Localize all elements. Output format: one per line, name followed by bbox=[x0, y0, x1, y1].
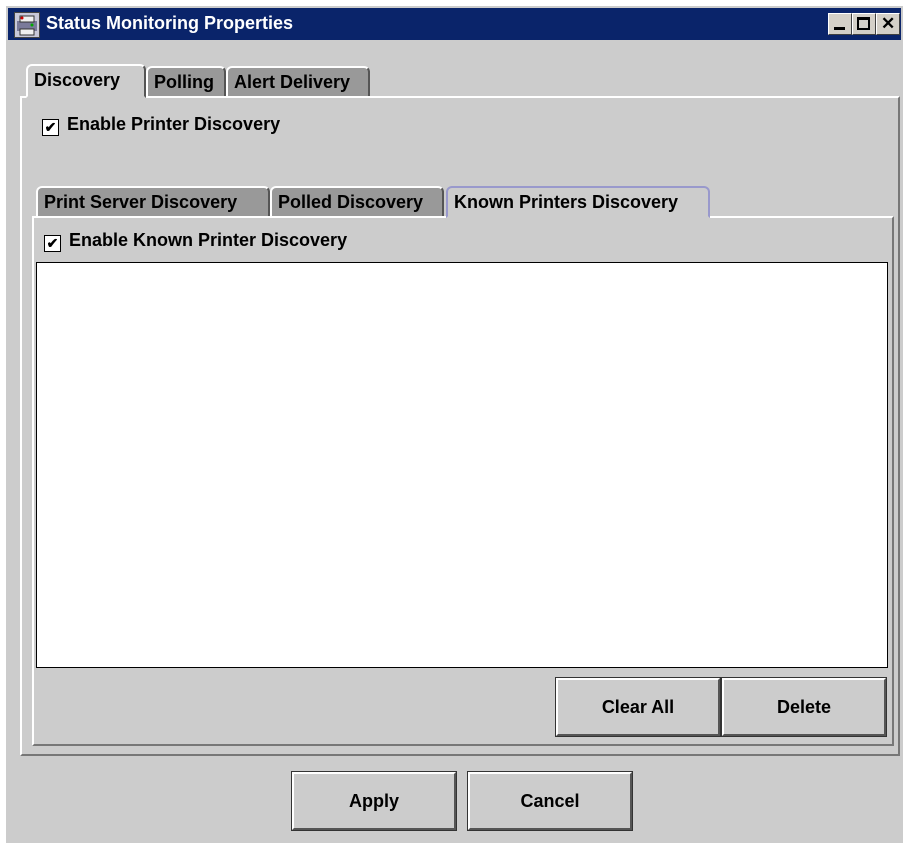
tab-print-server-discovery[interactable]: Print Server Discovery bbox=[36, 186, 270, 218]
enable-known-printer-discovery-row[interactable]: ✔ Enable Known Printer Discovery bbox=[44, 230, 347, 252]
cancel-button[interactable]: Cancel bbox=[467, 771, 633, 831]
enable-printer-discovery-checkbox[interactable]: ✔ bbox=[42, 119, 59, 136]
tab-alert-delivery-label: Alert Delivery bbox=[234, 72, 351, 92]
known-printers-panel: ✔ Enable Known Printer Discovery Clear Al… bbox=[32, 216, 894, 746]
tab-alert-delivery[interactable]: Alert Delivery bbox=[226, 66, 370, 98]
tab-known-printers-discovery[interactable]: Known Printers Discovery bbox=[446, 186, 710, 218]
delete-label: Delete bbox=[776, 697, 832, 717]
apply-button[interactable]: Apply bbox=[291, 771, 457, 831]
tab-print-server-label: Print Server Discovery bbox=[44, 192, 238, 212]
discovery-panel: ✔ Enable Printer Discovery Print Server D… bbox=[20, 96, 900, 756]
window-title: Status Monitoring Properties bbox=[46, 13, 294, 33]
tab-discovery[interactable]: Discovery bbox=[26, 64, 146, 98]
title-bar[interactable]: Status Monitoring Properties bbox=[8, 8, 901, 40]
clear-all-button[interactable]: Clear All bbox=[555, 677, 721, 737]
app-icon[interactable] bbox=[14, 12, 40, 38]
enable-printer-discovery-label: Enable Printer Discovery bbox=[67, 114, 281, 134]
tab-polled-label: Polled Discovery bbox=[278, 192, 424, 212]
enable-known-printer-discovery-label: Enable Known Printer Discovery bbox=[69, 230, 348, 250]
enable-known-printer-discovery-checkbox[interactable]: ✔ bbox=[44, 235, 61, 252]
tab-polling[interactable]: Polling bbox=[146, 66, 226, 98]
tab-discovery-label: Discovery bbox=[34, 70, 121, 90]
dialog-window: Status Monitoring Properties Discovery P… bbox=[4, 4, 903, 843]
close-button[interactable] bbox=[876, 13, 900, 35]
cancel-label: Cancel bbox=[520, 791, 580, 811]
enable-printer-discovery-row[interactable]: ✔ Enable Printer Discovery bbox=[42, 114, 280, 136]
clear-all-label: Clear All bbox=[601, 697, 675, 717]
maximize-button[interactable] bbox=[852, 13, 876, 35]
apply-label: Apply bbox=[348, 791, 399, 811]
known-printers-list[interactable] bbox=[36, 262, 888, 668]
minimize-button[interactable] bbox=[828, 13, 852, 35]
tab-polled-discovery[interactable]: Polled Discovery bbox=[270, 186, 444, 218]
tab-polling-label: Polling bbox=[154, 72, 214, 92]
tab-known-printers-label: Known Printers Discovery bbox=[454, 192, 679, 212]
delete-button[interactable]: Delete bbox=[721, 677, 887, 737]
